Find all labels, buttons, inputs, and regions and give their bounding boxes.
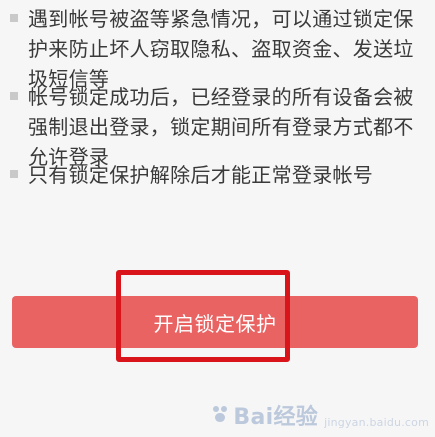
bullet-icon bbox=[10, 14, 18, 22]
info-text: 只有锁定保护解除后才能正常登录帐号 bbox=[28, 163, 374, 187]
info-item: 遇到帐号被盗等紧急情况，可以通过锁定保护来防止坏人窃取隐私、盗取资金、发送垃圾短… bbox=[10, 4, 430, 94]
enable-lock-protection-button[interactable]: 开启锁定保护 bbox=[12, 296, 418, 348]
lock-protection-page: 遇到帐号被盗等紧急情况，可以通过锁定保护来防止坏人窃取隐私、盗取资金、发送垃圾短… bbox=[0, 0, 435, 437]
bullet-icon bbox=[10, 170, 18, 178]
paw-icon bbox=[211, 406, 229, 424]
baidu-jingyan-watermark: Bai经验 jingyan.baidu.com bbox=[211, 399, 429, 431]
info-text: 遇到帐号被盗等紧急情况，可以通过锁定保护来防止坏人窃取隐私、盗取资金、发送垃圾短… bbox=[28, 7, 414, 91]
watermark-subtext: jingyan.baidu.com bbox=[324, 416, 429, 429]
bullet-icon bbox=[10, 92, 18, 100]
watermark-brand: Bai经验 bbox=[211, 399, 318, 431]
info-item: 只有锁定保护解除后才能正常登录帐号 bbox=[10, 160, 430, 190]
watermark-brand-text: Bai经验 bbox=[233, 405, 319, 430]
info-item: 帐号锁定成功后，已经登录的所有设备会被强制退出登录，锁定期间所有登录方式都不允许… bbox=[10, 82, 430, 172]
info-text: 帐号锁定成功后，已经登录的所有设备会被强制退出登录，锁定期间所有登录方式都不允许… bbox=[28, 85, 414, 169]
